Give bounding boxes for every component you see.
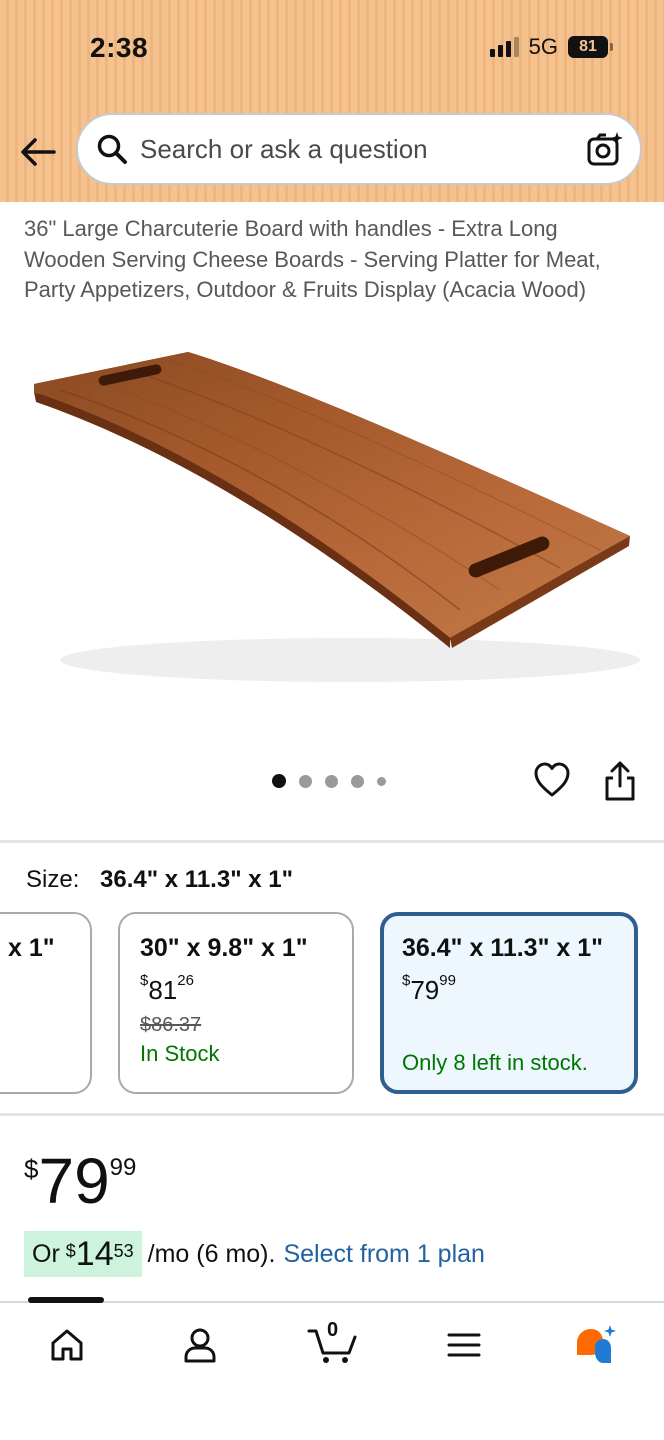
size-option-title: 30" x 9.8" x 1" [140,934,308,962]
share-icon[interactable] [602,760,638,802]
bottom-nav: 0 [0,1297,664,1440]
wishlist-heart-icon[interactable] [532,760,572,800]
home-icon [51,1329,83,1361]
nav-home[interactable] [37,1323,97,1367]
size-label: Size: [26,866,80,893]
back-button[interactable] [18,132,58,172]
menu-icon [447,1333,481,1357]
installment-offer: Or $ 14 53 /mo (6 mo). Select from 1 pla… [24,1231,485,1277]
battery-icon: 81 [568,36,613,58]
carousel-dot[interactable] [299,774,312,788]
nav-rufus[interactable] [566,1323,626,1367]
size-selected-value: 36.4" x 11.3" x 1" [100,866,293,893]
product-title[interactable]: 36" Large Charcuterie Board with handles… [24,214,644,306]
camera-search-icon[interactable] [586,131,624,169]
signal-icon [489,37,519,57]
search-bar[interactable] [76,113,642,185]
section-divider [0,1113,664,1116]
status-time: 2:38 [90,32,149,63]
carousel-dot[interactable] [351,774,364,788]
size-option-stock: In Stock [140,1041,220,1066]
cart-count-badge: 0 [327,1319,339,1341]
carousel-dot[interactable] [377,776,386,786]
active-tab-indicator [28,1297,104,1303]
nav-cart[interactable]: 0 [302,1319,362,1367]
size-option-price: $7999 [402,972,456,1005]
size-option-card-selected[interactable]: 36.4" x 11.3" x 1" $7999 Only 8 left in … [380,912,638,1094]
size-option-price: $8126 [140,972,194,1005]
app-header: 2:38 5G 81 [0,0,664,202]
select-plan-link[interactable]: Select from 1 plan [283,1240,485,1269]
section-divider [0,840,664,843]
product-price: $ 79 99 [24,1145,137,1217]
search-input[interactable] [140,133,560,165]
installment-amount: Or $ 14 53 [24,1231,142,1277]
account-icon [184,1328,216,1363]
size-option-card[interactable]: x 1" [0,912,92,1094]
rufus-assistant-icon [577,1325,616,1363]
size-option-title: x 1" [8,934,55,962]
product-image[interactable] [20,340,644,720]
size-option-card[interactable]: 30" x 9.8" x 1" $8126 $86.37 In Stock [118,912,354,1094]
image-carousel-dots[interactable] [272,774,386,788]
back-arrow-icon [21,138,56,166]
network-type: 5G [528,34,558,59]
status-indicators: 5G 81 [489,34,613,60]
size-option-stock: Only 8 left in stock. [402,1050,588,1075]
size-option-title: 36.4" x 11.3" x 1" [402,934,603,962]
installment-terms: /mo (6 mo). [147,1239,276,1268]
nav-account[interactable] [170,1323,230,1367]
size-option-list-price: $86.37 [140,1014,202,1036]
size-selector-header: Size: 36.4" x 11.3" x 1" [26,866,293,894]
carousel-dot[interactable] [272,774,286,788]
carousel-dot[interactable] [325,774,338,788]
search-icon [94,131,130,167]
nav-menu[interactable] [434,1323,494,1367]
